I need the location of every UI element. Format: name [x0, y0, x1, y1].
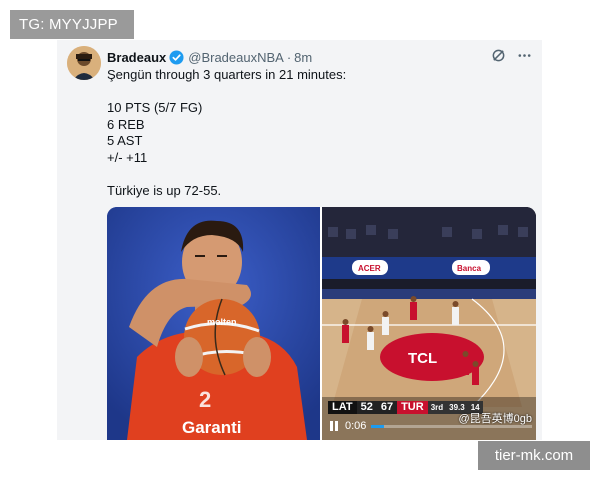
media-grid: 2 Garanti molten ACER Banca TCL LAT 52 6… [107, 207, 536, 440]
pause-icon[interactable] [328, 420, 340, 432]
handle[interactable]: @BradeauxNBA [188, 50, 284, 65]
tweet-header: Bradeaux @BradeauxNBA · 8m [107, 47, 532, 67]
video-progress-bar[interactable] [371, 424, 532, 428]
tweet-card[interactable]: Bradeaux @BradeauxNBA · 8m Şengün throug… [57, 40, 542, 440]
team1-name: LAT [328, 401, 357, 414]
tweet-line: 10 PTS (5/7 FG) [107, 100, 203, 115]
tweet-line: 5 AST [107, 133, 143, 148]
court-logo-text: TCL [408, 350, 437, 367]
tweet-line: +/- +11 [107, 149, 148, 165]
verified-badge-icon [169, 49, 184, 65]
ball-brand-text: molten [207, 317, 237, 327]
avatar[interactable] [67, 46, 101, 80]
tweet-line: Türkiye is up 72-55. [107, 182, 222, 198]
separator-dot: · [286, 49, 292, 65]
team1-score: 52 [356, 401, 377, 414]
tweet-line: Şengün through 3 quarters in 21 minutes: [107, 67, 347, 82]
jersey-sponsor-text: Garanti [182, 418, 242, 437]
watermark-bottom: tier-mk.com [478, 441, 590, 470]
elapsed-time: 0:06 [345, 420, 367, 432]
video-player[interactable]: ACER Banca TCL LAT 52 67 TUR 3rd 39.3 14… [322, 207, 536, 440]
team2-name: TUR [397, 401, 428, 414]
tweet-line: 6 REB [107, 116, 145, 132]
team2-score: 67 [376, 401, 398, 414]
tweet-text: Şengün through 3 quarters in 21 minutes:… [107, 67, 527, 199]
watermark-top: TG: MYYJJPP [10, 10, 134, 39]
timestamp[interactable]: 8m [294, 50, 312, 65]
grok-icon[interactable] [490, 47, 506, 63]
display-name[interactable]: Bradeaux [107, 50, 166, 65]
more-icon[interactable] [516, 47, 532, 63]
period: 3rd [427, 401, 447, 414]
svg-text:Banca: Banca [457, 264, 482, 273]
video-progress-fill [371, 424, 385, 428]
header-actions [490, 47, 532, 63]
video-controls: 0:06 [328, 418, 532, 434]
player-photo[interactable]: 2 Garanti molten [107, 207, 320, 440]
svg-text:2: 2 [199, 387, 211, 412]
svg-text:ACER: ACER [358, 264, 381, 273]
